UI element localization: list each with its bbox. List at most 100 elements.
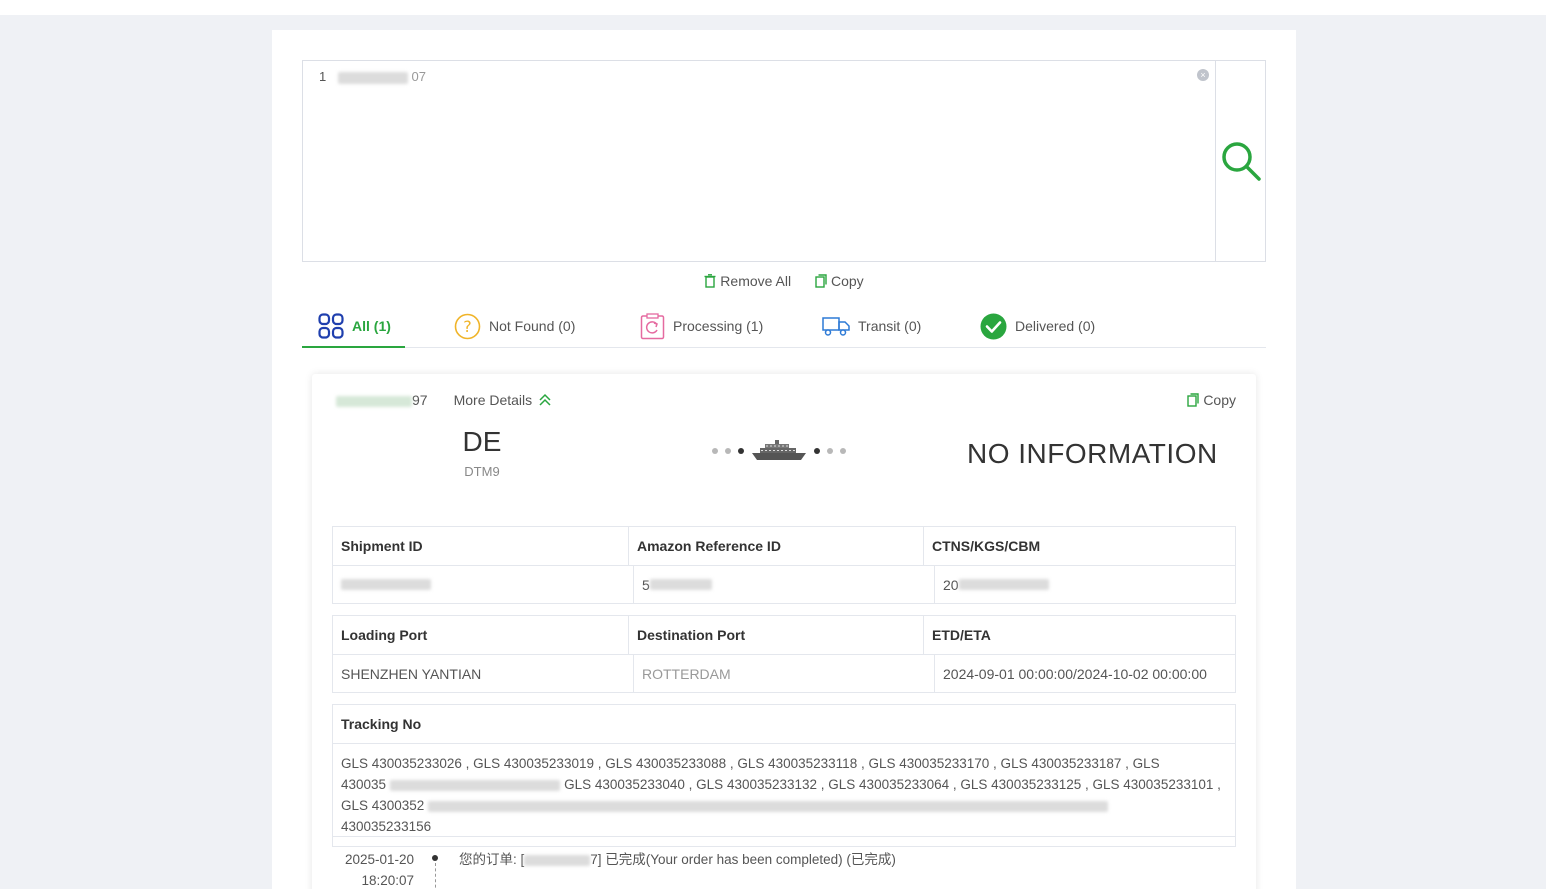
- route-dot: [725, 448, 731, 454]
- header-loading-port: Loading Port: [341, 627, 428, 643]
- route-dot: [712, 448, 718, 454]
- etd-eta-value: 2024-09-01 00:00:00/2024-10-02 00:00:00: [934, 655, 1235, 692]
- redacted-value: [428, 800, 1109, 812]
- copy-icon: [815, 274, 827, 288]
- header-amazon-reference-id: Amazon Reference ID: [628, 527, 923, 565]
- table-row: Shipment ID Amazon Reference ID CTNS/KGS…: [333, 527, 1235, 565]
- route-dot: [814, 448, 820, 454]
- port-info-table: Loading Port Destination Port ETD/ETA SH…: [332, 615, 1236, 693]
- tracking-no-fragment: GLS 430035233040 , GLS 430035233132 , GL…: [564, 777, 1221, 792]
- tracking-no-line: GLS 430035233026 , GLS 430035233019 , GL…: [341, 756, 1160, 771]
- card-copy-button[interactable]: Copy: [1187, 392, 1236, 408]
- redacted-tracking-number: [336, 395, 412, 407]
- search-text-prefix: 1: [319, 69, 327, 84]
- tab-processing-label: Processing (1): [673, 318, 764, 334]
- grid-icon: [318, 313, 344, 339]
- tab-transit[interactable]: Transit (0): [822, 304, 921, 348]
- destination-code: DE: [462, 426, 502, 457]
- card-tracking-number[interactable]: 97: [336, 392, 428, 408]
- copy-all-label: Copy: [831, 273, 864, 289]
- route-dot: [738, 448, 744, 454]
- active-tab-underline: [302, 346, 405, 348]
- svg-text:?: ?: [463, 317, 472, 336]
- search-textarea-content[interactable]: 1 07: [319, 69, 426, 84]
- table-row: SHENZHEN YANTIAN ROTTERDAM 2024-09-01 00…: [333, 654, 1235, 692]
- header-shipment-id: Shipment ID: [341, 538, 423, 554]
- tab-delivered-label: Delivered (0): [1015, 318, 1096, 334]
- tracking-timeline: 2025-01-20 18:20:07 您的订单: [ 7] 已完成(Your o…: [332, 836, 1236, 889]
- timeline-date: 2025-01-20: [344, 852, 414, 867]
- tracking-no-fragment: GLS 4300352: [341, 798, 425, 813]
- amazon-reference-id-value: 5: [633, 566, 934, 603]
- timeline-connector: [435, 863, 436, 889]
- tracking-no-line: 430035 GLS 430035233040 , GLS 43003523313…: [341, 774, 1227, 795]
- processing-icon: [640, 312, 665, 339]
- search-icon: [1222, 142, 1261, 181]
- tracking-no-line: 430035233156: [341, 819, 432, 834]
- status-tabs: All (1) ? Not Found (0) Processing (1) T…: [302, 304, 1266, 348]
- timeline-datetime: 2025-01-20 18:20:07: [332, 849, 414, 889]
- shipment-status: NO INFORMATION: [967, 438, 1218, 469]
- search-button[interactable]: [1215, 61, 1266, 261]
- route-progress: [712, 440, 846, 462]
- card-copy-label: Copy: [1203, 392, 1236, 408]
- timeline-dot: [432, 855, 438, 861]
- redacted-value: [341, 579, 431, 590]
- redacted-value: [649, 579, 712, 590]
- redacted-value: [958, 579, 1049, 590]
- chevron-double-up-icon: [539, 393, 551, 406]
- clear-icon[interactable]: ×: [1197, 69, 1209, 81]
- tracking-no-fragment: 430035: [341, 777, 387, 792]
- table-row: 5 20: [333, 565, 1235, 603]
- remove-all-label: Remove All: [720, 273, 792, 289]
- timeline-time: 18:20:07: [361, 873, 414, 888]
- table-row: Tracking No: [333, 705, 1235, 743]
- card-header: 97 More Details: [336, 392, 552, 408]
- copy-icon: [1187, 393, 1200, 407]
- tab-all-label: All (1): [352, 318, 391, 334]
- value-prefix: 5: [642, 576, 650, 593]
- ship-icon: [752, 440, 806, 460]
- more-details-label: More Details: [453, 392, 533, 408]
- shipment-card: 97 More Details Copy DE DTM9 NO INFORMAT…: [312, 374, 1256, 889]
- destination-warehouse: DTM9: [464, 464, 500, 479]
- timeline-text-fragment: 您的订单: [: [459, 852, 525, 867]
- header-etd-eta: ETD/ETA: [923, 616, 1235, 654]
- timeline-event-text: 您的订单: [ 7] 已完成(Your order has been comple…: [459, 849, 896, 870]
- question-icon: ?: [454, 313, 481, 339]
- loading-port-value: SHENZHEN YANTIAN: [341, 665, 482, 682]
- tab-processing[interactable]: Processing (1): [640, 304, 763, 348]
- destination: DE DTM9: [432, 426, 532, 479]
- shipment-info-table: Shipment ID Amazon Reference ID CTNS/KGS…: [332, 526, 1236, 604]
- route-dot: [827, 448, 833, 454]
- tab-not-found[interactable]: ? Not Found (0): [454, 304, 575, 348]
- timeline-text-fragment: 7] 已完成(Your order has been completed) (已…: [590, 852, 896, 867]
- header-ctns-kgs-cbm: CTNS/KGS/CBM: [923, 527, 1235, 565]
- tab-not-found-label: Not Found (0): [489, 318, 576, 334]
- redacted-text: [337, 71, 408, 84]
- destination-port-value: ROTTERDAM: [633, 655, 934, 692]
- check-circle-icon: [980, 313, 1007, 339]
- search-actions: Remove All Copy: [272, 273, 1296, 291]
- header-destination-port: Destination Port: [628, 616, 923, 654]
- value-prefix: 20: [943, 576, 959, 593]
- tracking-search-box[interactable]: 1 07 ×: [302, 60, 1266, 262]
- header-tracking-no: Tracking No: [341, 716, 422, 732]
- truck-icon: [822, 317, 850, 336]
- route-dot: [840, 448, 846, 454]
- table-row: Loading Port Destination Port ETD/ETA: [333, 616, 1235, 654]
- main-panel: 1 07 × Remove All Copy All (1) ? Not Fou…: [272, 30, 1296, 889]
- top-bar: [0, 0, 1546, 15]
- trash-icon: [704, 274, 716, 288]
- tab-delivered[interactable]: Delivered (0): [980, 304, 1095, 348]
- remove-all-button[interactable]: Remove All: [704, 273, 791, 289]
- tab-transit-label: Transit (0): [858, 318, 922, 334]
- tracking-number-suffix: 97: [412, 392, 428, 408]
- ctns-kgs-cbm-value: 20: [934, 566, 1235, 603]
- tracking-no-table: Tracking No GLS 430035233026 , GLS 43003…: [332, 704, 1236, 847]
- more-details-toggle[interactable]: More Details: [454, 392, 553, 408]
- tab-all[interactable]: All (1): [318, 304, 391, 348]
- tracking-no-list: GLS 430035233026 , GLS 430035233019 , GL…: [333, 743, 1235, 846]
- redacted-value: [390, 779, 561, 791]
- copy-all-button[interactable]: Copy: [815, 273, 864, 289]
